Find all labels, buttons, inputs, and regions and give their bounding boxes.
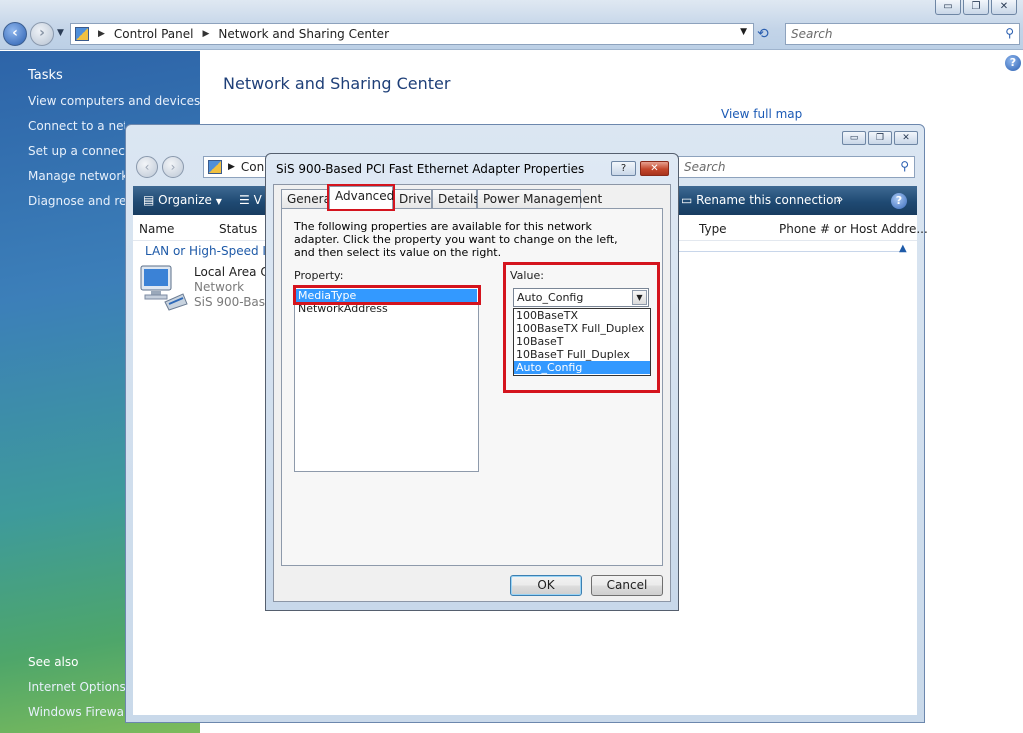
recent-pages-dropdown[interactable]: ▼ (57, 28, 64, 38)
maximize-button[interactable]: ❐ (963, 0, 989, 15)
search-icon[interactable]: ⚲ (1005, 26, 1014, 40)
page-title: Network and Sharing Center (223, 74, 451, 93)
refresh-icon[interactable]: ⟲ (757, 26, 769, 42)
nc-address-bar[interactable]: ▶ Con (203, 156, 273, 178)
more-commands-button[interactable]: » (836, 192, 843, 206)
task-setup-connection[interactable]: Set up a connection or network (28, 144, 125, 158)
back-arrow-icon: ‹ (12, 25, 18, 41)
tab-advanced[interactable]: Advanced (329, 186, 394, 209)
column-header-name[interactable]: Name (139, 222, 174, 236)
tab-power-management[interactable]: Power Management (477, 189, 602, 208)
nc-close-button[interactable]: ✕ (894, 131, 918, 145)
network-folder-icon (208, 160, 222, 174)
organize-icon: ▤ (143, 193, 155, 207)
forward-button[interactable]: › (30, 22, 54, 46)
property-item-networkaddress[interactable]: NetworkAddress (296, 302, 477, 316)
back-button[interactable]: ‹ (3, 22, 27, 46)
value-option-auto-config[interactable]: Auto_Config (514, 361, 650, 374)
rename-label: Rename this connection (696, 193, 842, 207)
value-option-10baset[interactable]: 10BaseT (514, 335, 650, 348)
close-button[interactable]: ✕ (991, 0, 1017, 15)
dialog-close-button[interactable]: ✕ (640, 161, 669, 176)
breadcrumb-separator-icon[interactable]: ▶ (203, 29, 210, 39)
views-label: V (253, 193, 262, 207)
task-view-computers[interactable]: View computers and devices (28, 94, 200, 108)
dialog-help-button[interactable]: ? (611, 161, 636, 176)
nc-caption-buttons: ▭ ❐ ✕ (842, 131, 918, 145)
control-panel-icon (75, 27, 89, 41)
value-option-100basetx-full[interactable]: 100BaseTX Full_Duplex (514, 322, 650, 335)
see-also-windows-firewall[interactable]: Windows Firewall (28, 705, 131, 719)
column-header-phone[interactable]: Phone # or Host Addre... (779, 222, 928, 236)
value-dropdown[interactable]: Auto_Config ▼ (513, 288, 649, 307)
property-item-mediatype[interactable]: MediaType (296, 289, 477, 303)
views-button[interactable]: ☰ V (239, 193, 262, 207)
dialog-title: SiS 900-Based PCI Fast Ethernet Adapter … (276, 162, 585, 176)
nc-minimize-button[interactable]: ▭ (842, 131, 866, 145)
search-placeholder: Search (791, 27, 833, 41)
organize-dropdown-icon: ▼ (215, 197, 222, 206)
column-header-type[interactable]: Type (699, 222, 727, 236)
breadcrumb-control-panel[interactable]: Control Panel (114, 27, 194, 41)
nc-search-placeholder: Search (684, 160, 726, 174)
nc-search-icon[interactable]: ⚲ (900, 159, 909, 173)
nc-breadcrumb[interactable]: Con (241, 160, 264, 174)
window-caption-buttons: ▭ ❐ ✕ (935, 0, 1017, 15)
network-adapter-icon[interactable] (139, 264, 189, 312)
organize-button[interactable]: ▤ Organize ▼ (143, 193, 222, 207)
tab-details[interactable]: Details (432, 189, 480, 208)
value-label: Value: (510, 269, 544, 282)
nc-forward-button[interactable]: › (162, 156, 184, 178)
nc-help-icon[interactable]: ? (891, 193, 907, 209)
task-manage-connections[interactable]: Manage network connections (28, 169, 125, 183)
forward-arrow-icon: › (39, 25, 45, 41)
rename-icon: ▭ (681, 193, 693, 207)
see-also-heading: See also (28, 655, 79, 669)
rename-connection-button[interactable]: ▭ Rename this connection (681, 193, 841, 207)
collapse-chevron-icon[interactable]: ▲ (899, 243, 907, 254)
value-selected: Auto_Config (517, 291, 584, 304)
cancel-button[interactable]: Cancel (591, 575, 663, 596)
minimize-button[interactable]: ▭ (935, 0, 961, 15)
nc-breadcrumb-separator-icon[interactable]: ▶ (228, 162, 235, 172)
see-also-internet-options[interactable]: Internet Options (28, 680, 126, 694)
nc-back-button[interactable]: ‹ (136, 156, 158, 178)
tab-general[interactable]: General (281, 189, 334, 208)
views-icon: ☰ (239, 193, 250, 207)
tab-driver[interactable]: Driver (393, 189, 436, 208)
breadcrumb-separator-icon[interactable]: ▶ (98, 29, 105, 39)
value-option-10baset-full[interactable]: 10BaseT Full_Duplex (514, 348, 650, 361)
organize-label: Organize (158, 193, 212, 207)
view-full-map-link[interactable]: View full map (721, 107, 802, 121)
address-dropdown-icon[interactable]: ▼ (740, 27, 747, 37)
breadcrumb-network-sharing-center[interactable]: Network and Sharing Center (218, 27, 389, 41)
ok-button[interactable]: OK (510, 575, 582, 596)
column-header-status[interactable]: Status (219, 222, 257, 236)
property-label: Property: (294, 269, 344, 282)
dropdown-arrow-icon[interactable]: ▼ (632, 290, 647, 305)
help-icon[interactable]: ? (1005, 55, 1021, 71)
nc-maximize-button[interactable]: ❐ (868, 131, 892, 145)
value-option-100basetx[interactable]: 100BaseTX (514, 309, 650, 322)
search-input[interactable]: Search ⚲ (785, 23, 1020, 45)
tasks-heading: Tasks (28, 68, 63, 83)
task-diagnose-repair[interactable]: Diagnose and repair (28, 194, 125, 208)
task-connect-network[interactable]: Connect to a network (28, 119, 125, 133)
description-text: The following properties are available f… (294, 220, 618, 259)
address-bar[interactable]: ▶ Control Panel ▶ Network and Sharing Ce… (70, 23, 754, 45)
nc-search-input[interactable]: Search ⚲ (677, 156, 915, 178)
